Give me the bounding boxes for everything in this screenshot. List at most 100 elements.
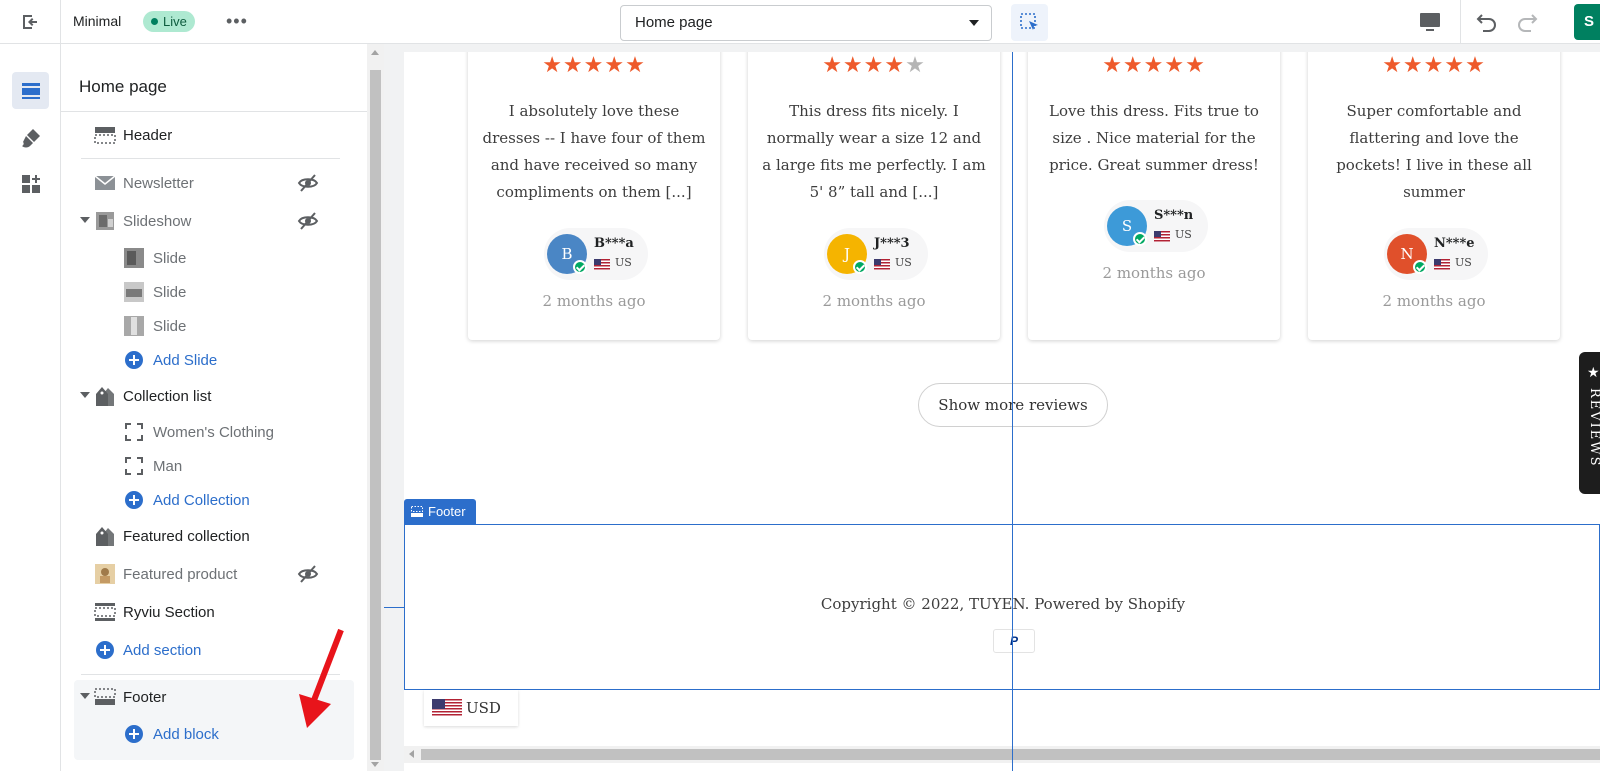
add-slide-label: Add Slide [153,351,218,369]
add-slide-button[interactable]: Add Slide [61,343,367,377]
save-button[interactable]: S [1574,4,1600,40]
section-label: Featured product [123,565,238,583]
section-label: Footer [123,688,167,706]
add-collection-label: Add Collection [153,491,250,509]
collapse-triangle-icon[interactable] [80,693,90,699]
review-date: 2 months ago [542,292,646,310]
scroll-down-icon[interactable] [371,762,379,767]
currency-selector[interactable]: USD [424,690,518,726]
live-badge: Live [143,11,195,32]
copyright-text: Copyright © 2022, TUYEN. Powered by Shop… [820,595,1186,613]
collapse-triangle-icon[interactable] [80,217,90,223]
scrollbar-thumb[interactable] [370,70,381,760]
apps-icon [21,174,40,193]
plus-circle-icon [123,349,145,371]
verified-check-icon [1413,260,1427,274]
us-flag-icon [1154,231,1170,242]
block-man[interactable]: Man [61,449,367,483]
section-label: Ryviu Section [123,603,215,621]
section-slideshow[interactable]: Slideshow [61,204,367,238]
verified-check-icon [853,260,867,274]
footer-preview[interactable]: Copyright © 2022, TUYEN. Powered by Shop… [404,524,1600,690]
more-actions-button[interactable]: ••• [226,12,248,30]
select-cursor-icon [1019,12,1038,30]
rating-stars: ★★★★★ [822,52,926,77]
sections-icon [21,82,40,99]
section-featured-product[interactable]: Featured product [61,557,367,591]
section-collection-list[interactable]: Collection list [61,379,367,413]
footer-section-tag[interactable]: Footer [404,499,476,524]
collection-tag-icon [94,525,116,547]
plus-circle-icon [123,723,145,745]
review-card: ★★★★★ Super comfortable and flattering a… [1308,52,1560,340]
section-newsletter[interactable]: Newsletter [61,166,367,200]
paypal-icon: P [993,629,1035,653]
block-label: Man [153,457,183,475]
block-label: Slide [153,249,187,267]
section-layout-icon [94,601,116,623]
plus-circle-icon [123,489,145,511]
reviewer-chip: J J***3 US [824,228,928,280]
show-more-reviews-button[interactable]: Show more reviews [918,383,1108,427]
undo-button[interactable] [1474,9,1500,40]
exit-button[interactable] [0,0,61,44]
block-slide-3[interactable]: Slide [61,309,367,343]
verified-check-icon [1133,232,1147,246]
product-thumbnail-icon [94,563,116,585]
redo-button[interactable] [1514,9,1540,40]
apps-tab[interactable] [12,165,49,202]
page-selector[interactable]: Home page [620,5,992,41]
scroll-up-icon[interactable] [371,50,379,55]
verified-check-icon [573,260,587,274]
scrollbar-thumb[interactable] [421,749,1600,760]
exit-icon [23,15,37,29]
review-text: Love this dress. Fits true to size . Nic… [1049,102,1259,174]
review-date: 2 months ago [822,292,926,310]
section-label: Header [123,126,173,144]
toolbar-divider [1460,0,1461,44]
review-text: This dress fits nicely. I normally wear … [762,102,986,201]
footer-section-icon [94,686,116,708]
red-arrow-annotation [299,628,344,728]
reviewer-name: J***3 [874,236,910,251]
reviewer-name: N***e [1434,236,1475,251]
plus-circle-icon [94,639,116,661]
reviewer-name: B***a [594,236,634,251]
sections-tab[interactable] [12,72,49,109]
reviewer-country: US [895,256,912,269]
section-label: Collection list [123,387,212,405]
placeholder-frame-icon [123,421,145,443]
add-collection-button[interactable]: Add Collection [61,483,367,517]
page-selector-value: Home page [635,14,713,31]
rating-stars: ★★★★★ [1102,52,1206,77]
block-slide-2[interactable]: Slide [61,275,367,309]
placeholder-frame-icon [123,455,145,477]
hidden-eye-icon[interactable] [297,172,319,198]
section-featured-collection[interactable]: Featured collection [61,519,367,553]
block-slide-1[interactable]: Slide [61,241,367,275]
scroll-left-icon[interactable] [409,750,414,758]
chevron-down-icon [969,20,979,26]
block-label: Women's Clothing [153,423,274,441]
reviews-side-tab[interactable]: ★ REVIEWS [1579,352,1600,494]
preview-horizontal-scrollbar[interactable] [404,746,1600,763]
theme-settings-tab[interactable] [12,119,49,156]
section-header[interactable]: Header [61,118,367,152]
footer-tag-label: Footer [428,504,466,519]
top-bar: Minimal Live ••• Home page S [0,0,1600,44]
hidden-eye-icon[interactable] [297,563,319,589]
desktop-view-button[interactable] [1418,10,1442,39]
block-womens-clothing[interactable]: Women's Clothing [61,415,367,449]
panel-title: Home page [79,77,167,96]
reviewer-name: S***n [1154,208,1194,223]
slide-thumbnail-icon [123,247,145,269]
collapse-triangle-icon[interactable] [80,392,90,398]
hidden-eye-icon[interactable] [297,210,319,236]
review-text: Super comfortable and flattering and lov… [1336,102,1532,201]
review-card: ★★★★★ This dress fits nicely. I normally… [748,52,1000,340]
inspector-button[interactable] [1011,4,1048,41]
add-section-label: Add section [123,641,202,659]
panel-scrollbar[interactable] [367,44,384,771]
reviewer-country: US [1175,228,1192,241]
rating-stars: ★★★★★ [542,52,646,77]
